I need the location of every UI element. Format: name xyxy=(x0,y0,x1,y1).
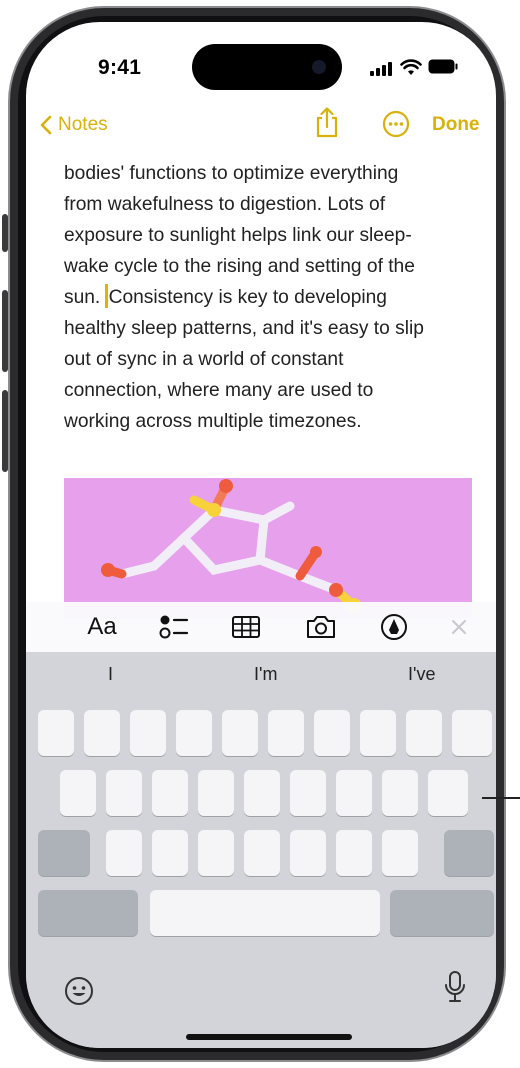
markup-icon xyxy=(381,614,407,640)
keyboard-key[interactable] xyxy=(176,710,212,756)
emoji-icon[interactable] xyxy=(64,976,94,1006)
done-button[interactable]: Done xyxy=(432,114,480,136)
keyboard-key[interactable] xyxy=(336,770,372,816)
microphone-icon[interactable] xyxy=(444,970,466,1004)
return-key[interactable] xyxy=(390,890,494,936)
text-after-caret: Consistency is key to developing xyxy=(108,287,387,308)
front-camera-icon xyxy=(312,60,326,74)
delete-key[interactable] xyxy=(444,830,494,876)
home-indicator xyxy=(186,1034,352,1040)
dynamic-island xyxy=(192,44,342,90)
keyboard-key[interactable] xyxy=(336,830,372,876)
keyboard-key[interactable] xyxy=(244,770,280,816)
note-line: working across multiple timezones. xyxy=(64,411,362,432)
keyboard-key[interactable] xyxy=(290,770,326,816)
battery-icon xyxy=(428,59,458,74)
note-image[interactable] xyxy=(64,478,472,618)
molecule-illustration xyxy=(101,479,362,614)
keyboard-key[interactable] xyxy=(382,770,418,816)
keyboard-key[interactable] xyxy=(60,770,96,816)
suggestion-1[interactable]: I xyxy=(108,664,113,685)
camera-icon xyxy=(307,616,335,638)
keyboard-key[interactable] xyxy=(38,710,74,756)
keyboard-key[interactable] xyxy=(152,830,188,876)
note-line: bodies' functions to optimize everything xyxy=(64,163,399,184)
note-line-with-caret: sun. Consistency is key to developing xyxy=(64,282,464,313)
note-line: out of sync in a world of constant xyxy=(64,349,344,370)
keyboard-key[interactable] xyxy=(198,830,234,876)
keyboard-key[interactable] xyxy=(452,710,492,756)
back-label: Notes xyxy=(58,114,108,135)
close-toolbar-button[interactable] xyxy=(444,602,474,652)
note-line: from wakefulness to digestion. Lots of xyxy=(64,194,386,215)
checklist-button[interactable] xyxy=(154,602,194,652)
keyboard-key[interactable] xyxy=(106,770,142,816)
screen: 9:41 Notes Done bodies' functions to opt… xyxy=(26,22,496,1048)
keyboard-key[interactable] xyxy=(84,710,120,756)
cellular-signal-icon xyxy=(370,60,396,76)
keyboard-key[interactable] xyxy=(198,770,234,816)
note-body[interactable]: bodies' functions to optimize everything… xyxy=(64,158,464,437)
text-cursor xyxy=(104,284,108,308)
wifi-icon xyxy=(400,59,422,75)
close-icon xyxy=(452,620,466,634)
keyboard: I I'm I've xyxy=(26,652,496,1048)
camera-button[interactable] xyxy=(300,602,342,652)
note-line: healthy sleep patterns, and it's easy to… xyxy=(64,318,424,339)
status-time: 9:41 xyxy=(98,56,142,79)
text-format-button[interactable]: Aa xyxy=(80,602,124,652)
keyboard-key[interactable] xyxy=(290,830,326,876)
keyboard-key[interactable] xyxy=(314,710,350,756)
checklist-icon xyxy=(159,615,189,639)
keyboard-key[interactable] xyxy=(406,710,442,756)
suggestion-3[interactable]: I've xyxy=(408,664,435,685)
keyboard-key[interactable] xyxy=(106,830,142,876)
space-bar[interactable] xyxy=(150,890,380,936)
share-icon[interactable] xyxy=(314,106,340,138)
table-button[interactable] xyxy=(226,602,266,652)
text-before-caret: sun. xyxy=(64,287,106,308)
keyboard-key[interactable] xyxy=(244,830,280,876)
keyboard-key[interactable] xyxy=(152,770,188,816)
more-icon[interactable] xyxy=(382,110,410,138)
note-line: connection, where many are used to xyxy=(64,380,374,401)
back-button[interactable]: Notes xyxy=(40,114,108,136)
callout-line xyxy=(482,797,520,799)
markup-button[interactable] xyxy=(374,602,414,652)
format-toolbar: Aa xyxy=(26,602,496,652)
keyboard-key[interactable] xyxy=(268,710,304,756)
back-chevron-icon xyxy=(40,115,52,135)
keyboard-key[interactable] xyxy=(428,770,468,816)
keyboard-key[interactable] xyxy=(222,710,258,756)
suggestion-2[interactable]: I'm xyxy=(254,664,277,685)
note-line: exposure to sunlight helps link our slee… xyxy=(64,225,412,246)
keyboard-key[interactable] xyxy=(130,710,166,756)
keyboard-key[interactable] xyxy=(360,710,396,756)
note-line: wake cycle to the rising and setting of … xyxy=(64,256,415,277)
numbers-key[interactable] xyxy=(38,890,138,936)
table-icon xyxy=(232,616,260,638)
keyboard-key[interactable] xyxy=(382,830,418,876)
shift-key[interactable] xyxy=(38,830,90,876)
